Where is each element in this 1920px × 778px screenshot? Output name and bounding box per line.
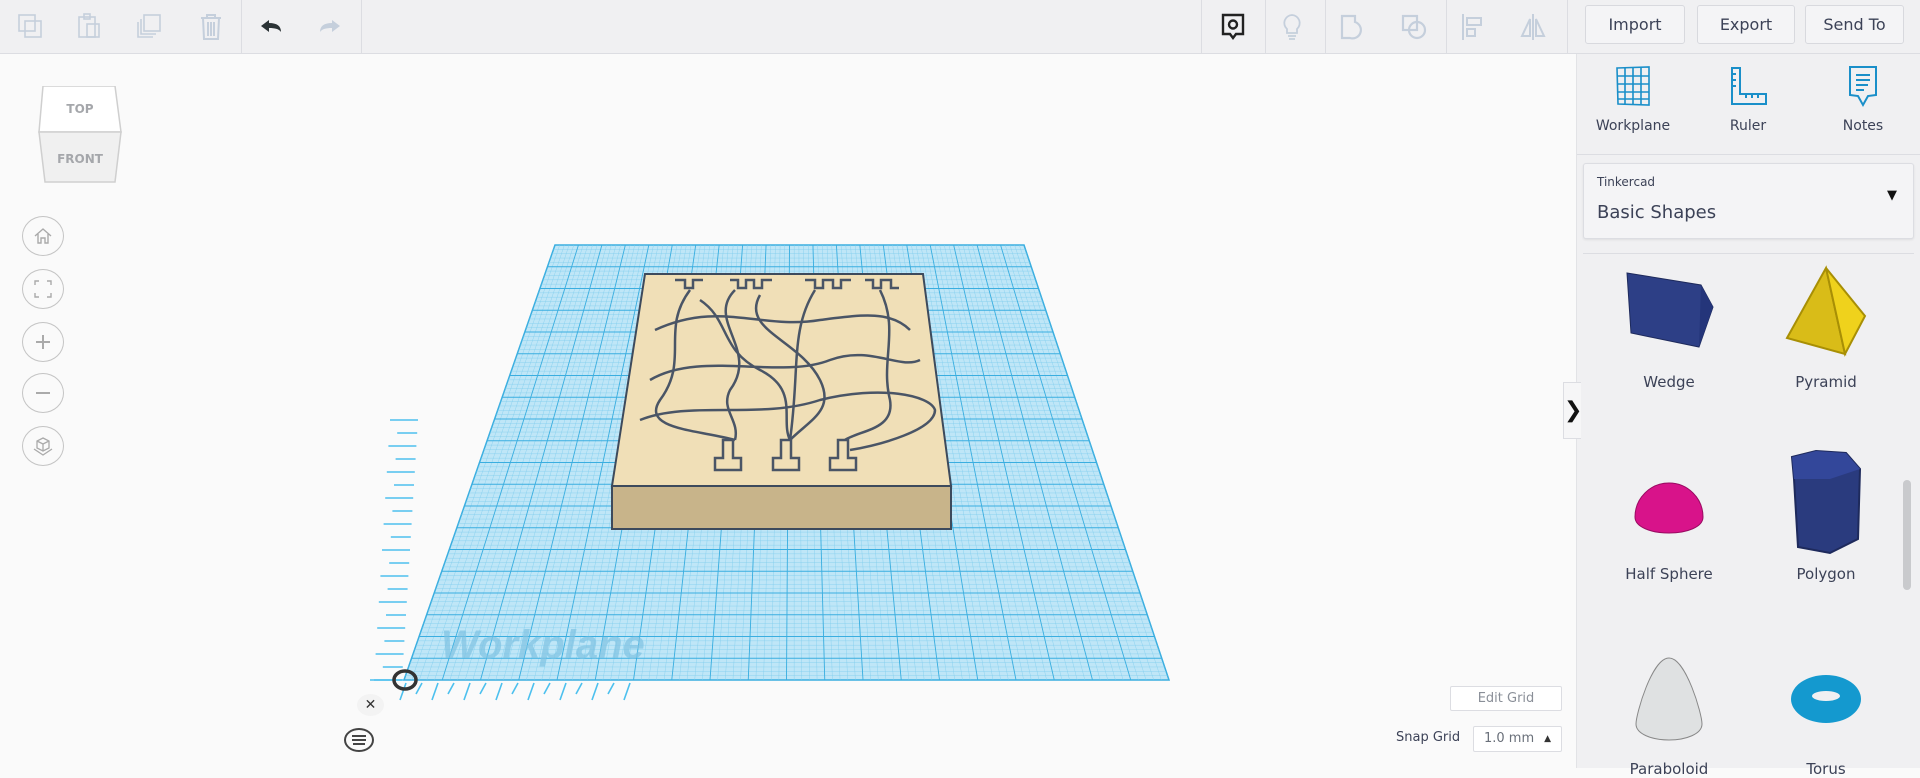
duplicate-icon[interactable] <box>129 8 169 46</box>
polygon-icon <box>1786 449 1866 559</box>
workplane-tool[interactable]: Workplane <box>1583 64 1683 134</box>
workplane-icon <box>1611 64 1655 108</box>
ungroup-icon[interactable] <box>1394 8 1434 46</box>
3d-viewport[interactable]: Workplane <box>0 0 1576 768</box>
workplane-ruler-tick <box>576 683 582 694</box>
shape-wedge[interactable]: Wedge <box>1594 257 1744 391</box>
workplane-ruler-tick <box>464 683 470 700</box>
dropdown-caret-icon: ▼ <box>1887 188 1897 203</box>
workplane-ruler-tick <box>624 683 630 700</box>
paraboloid-icon <box>1632 654 1706 744</box>
panel-scrollbar[interactable] <box>1903 480 1911 590</box>
zoom-out-icon <box>33 383 53 403</box>
workplane-ruler-tick <box>400 683 406 700</box>
snap-grid-select[interactable]: 1.0 mm ▲ <box>1473 726 1562 752</box>
zoom-out-button[interactable] <box>22 373 64 413</box>
view-cube[interactable]: TOP FRONT <box>37 86 123 184</box>
snap-grid-label: Snap Grid <box>1396 730 1460 745</box>
ruler-label: Ruler <box>1698 118 1798 134</box>
fit-icon <box>33 279 53 299</box>
notes-icon <box>1841 64 1885 108</box>
workplane-ruler-tick <box>448 683 454 694</box>
import-button[interactable]: Import <box>1585 5 1685 44</box>
shape-pyramid[interactable]: Pyramid <box>1751 257 1901 391</box>
notes-menu-icon[interactable] <box>344 728 374 752</box>
toolbar: Import Export Send To <box>0 0 1920 54</box>
view-cube-top[interactable]: TOP <box>37 102 123 116</box>
redo-icon[interactable] <box>309 8 349 46</box>
axis-x-marker[interactable]: ✕ <box>357 694 384 716</box>
half-sphere-icon <box>1629 469 1709 539</box>
wedge-icon <box>1621 267 1717 357</box>
workplane-ruler-tick <box>416 683 422 694</box>
workplane-ruler-tick <box>496 683 502 700</box>
torus-icon <box>1788 671 1864 727</box>
align-icon[interactable] <box>1453 8 1493 46</box>
ruler-tool[interactable]: Ruler <box>1698 64 1798 134</box>
edit-grid-button[interactable]: Edit Grid <box>1450 686 1562 711</box>
copy-icon[interactable] <box>11 8 51 46</box>
delete-icon[interactable] <box>191 8 231 46</box>
home-view-button[interactable] <box>22 216 64 256</box>
show-all-icon[interactable] <box>1213 8 1253 46</box>
pyramid-icon <box>1781 264 1871 360</box>
export-button[interactable]: Export <box>1697 5 1795 44</box>
workplane-ruler-tick <box>608 683 614 694</box>
zoom-in-button[interactable] <box>22 322 64 362</box>
ruler-icon <box>1726 64 1770 108</box>
notes-tool[interactable]: Notes <box>1813 64 1913 134</box>
shape-half-sphere[interactable]: Half Sphere <box>1594 449 1744 583</box>
home-icon <box>33 226 53 246</box>
send-to-button[interactable]: Send To <box>1805 5 1904 44</box>
shape-label: Pyramid <box>1751 373 1901 391</box>
library-selected: Basic Shapes <box>1597 202 1716 223</box>
library-source: Tinkercad <box>1597 175 1655 189</box>
shape-polygon[interactable]: Polygon <box>1751 449 1901 583</box>
shape-label: Torus <box>1751 760 1901 778</box>
caret-up-icon: ▲ <box>1544 727 1551 751</box>
fit-view-button[interactable] <box>22 269 64 309</box>
workplane-ruler-tick <box>480 683 486 694</box>
undo-icon[interactable] <box>252 8 292 46</box>
workplane-ruler-tick <box>592 683 598 700</box>
workplane-ruler-tick <box>528 683 534 700</box>
shape-label: Wedge <box>1594 373 1744 391</box>
snap-grid-value: 1.0 mm <box>1484 731 1534 746</box>
workplane-ruler-tick <box>432 683 438 700</box>
workplane-watermark: Workplane <box>441 623 645 667</box>
perspective-icon <box>32 435 54 457</box>
notes-label: Notes <box>1813 118 1913 134</box>
paste-icon[interactable] <box>69 8 109 46</box>
workplane-ruler-tick <box>512 683 518 694</box>
group-icon[interactable] <box>1333 8 1373 46</box>
perspective-button[interactable] <box>22 426 64 466</box>
shape-torus[interactable]: Torus <box>1751 644 1901 778</box>
shape-label: Half Sphere <box>1594 565 1744 583</box>
view-cube-front[interactable]: FRONT <box>37 152 123 166</box>
shape-paraboloid[interactable]: Paraboloid <box>1594 644 1744 778</box>
shape-label: Polygon <box>1751 565 1901 583</box>
workplane-label: Workplane <box>1583 118 1683 134</box>
workplane-ruler-tick <box>560 683 566 700</box>
workplane-ruler-tick <box>544 683 550 694</box>
shape-label: Paraboloid <box>1594 760 1744 778</box>
model-box[interactable] <box>612 274 951 529</box>
mirror-icon[interactable] <box>1513 8 1553 46</box>
collapse-panel-button[interactable]: ❯ <box>1563 382 1581 439</box>
shapes-panel: Workplane Ruler Notes Tinkercad Basic Sh… <box>1576 54 1920 768</box>
bulb-icon[interactable] <box>1272 8 1312 46</box>
zoom-in-icon <box>33 332 53 352</box>
shape-library-dropdown[interactable]: Tinkercad Basic Shapes ▼ <box>1583 163 1914 239</box>
